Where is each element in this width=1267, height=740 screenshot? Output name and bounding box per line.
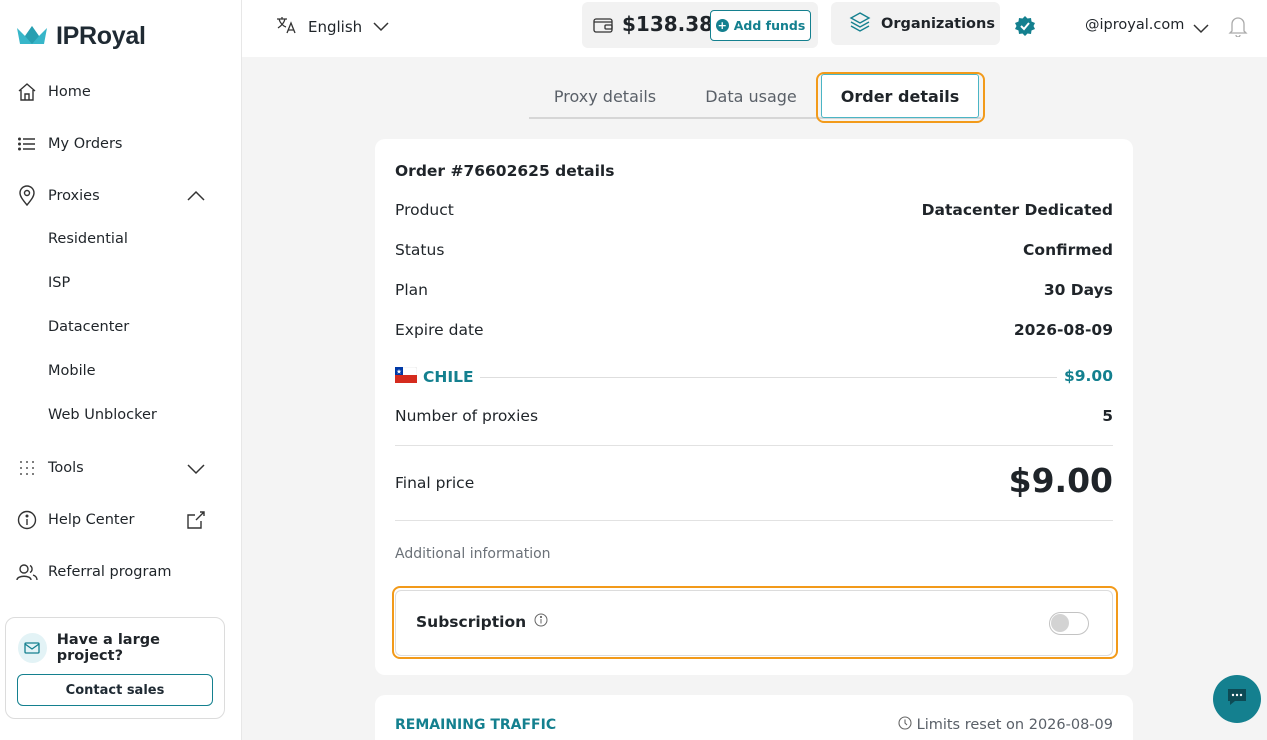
- balance-panel: $138.38 + Add funds: [582, 2, 818, 48]
- row-value: 30 Days: [1043, 281, 1113, 299]
- sidebar-subitem-mobile[interactable]: Mobile: [48, 363, 96, 379]
- large-project-promo: Have a large project? Contact sales: [5, 617, 225, 719]
- subscription-panel: Subscription: [395, 590, 1113, 656]
- logo-text: IPRoyal: [56, 22, 146, 50]
- wallet-icon: [593, 16, 613, 38]
- info-icon[interactable]: [534, 613, 548, 631]
- country-name: CHILE: [423, 368, 474, 386]
- limits-reset: Limits reset on 2026-08-09: [898, 716, 1113, 734]
- chevron-down-icon[interactable]: [1192, 19, 1210, 38]
- country-label: CHILE: [394, 366, 480, 387]
- info-icon: [16, 509, 38, 531]
- sidebar-item-label: Proxies: [48, 188, 100, 204]
- row-label: Status: [395, 241, 445, 259]
- chile-flag-icon: [394, 366, 418, 387]
- row-value: 2026-08-09: [1013, 321, 1113, 339]
- dotted-leader: [475, 377, 1057, 378]
- bell-icon[interactable]: [1228, 15, 1248, 41]
- chat-button[interactable]: [1213, 675, 1261, 723]
- row-value: 5: [1102, 407, 1113, 425]
- sidebar-item-label: Referral program: [48, 564, 172, 580]
- clock-icon: [898, 716, 912, 734]
- order-title: Order #76602625 details: [395, 162, 615, 180]
- row-value: Confirmed: [1023, 241, 1113, 259]
- sidebar-item-label: Tools: [48, 460, 84, 476]
- sidebar: IPRoyal Home My Orders Proxies Residenti…: [0, 0, 242, 740]
- limits-reset-text: Limits reset on 2026-08-09: [916, 717, 1113, 733]
- divider: [395, 445, 1113, 446]
- country-price: $9.00: [1057, 367, 1113, 385]
- layers-icon: [849, 11, 871, 37]
- order-details-card: Order #76602625 details Product Datacent…: [375, 139, 1133, 675]
- translate-icon: [276, 15, 298, 39]
- country-line-item: CHILE $9.00: [394, 366, 1113, 387]
- sidebar-subitem-isp[interactable]: ISP: [48, 275, 70, 291]
- sidebar-subitem-web-unblocker[interactable]: Web Unblocker: [48, 407, 157, 423]
- order-row-product: Product Datacenter Dedicated: [395, 201, 1113, 219]
- language-selector[interactable]: English: [276, 15, 390, 39]
- mail-icon: [18, 633, 47, 663]
- sidebar-subitem-datacenter[interactable]: Datacenter: [48, 319, 129, 335]
- crown-logo-icon: [16, 24, 48, 50]
- tab-proxy-details[interactable]: Proxy details: [529, 74, 681, 118]
- sidebar-item-home[interactable]: Home: [16, 80, 91, 104]
- verified-badge-icon[interactable]: [1014, 15, 1036, 41]
- account-email[interactable]: @iproyal.com: [1085, 17, 1184, 33]
- order-row-plan: Plan 30 Days: [395, 281, 1113, 299]
- sidebar-item-help-center[interactable]: Help Center: [16, 508, 134, 532]
- location-pin-icon: [16, 185, 38, 207]
- remaining-traffic-card: REMAINING TRAFFIC Limits reset on 2026-0…: [375, 695, 1133, 740]
- plus-icon: +: [715, 19, 729, 32]
- grid-dots-icon: [16, 457, 38, 479]
- chevron-down-icon: [372, 18, 390, 36]
- chevron-down-icon[interactable]: [186, 461, 206, 480]
- row-label: Number of proxies: [395, 407, 539, 425]
- add-funds-button[interactable]: + Add funds: [710, 10, 811, 41]
- users-icon: [16, 561, 38, 583]
- sidebar-subitem-residential[interactable]: Residential: [48, 231, 128, 247]
- toggle-knob: [1051, 614, 1069, 632]
- subscription-toggle[interactable]: [1049, 612, 1089, 635]
- list-icon: [16, 133, 38, 155]
- additional-information-heading: Additional information: [395, 546, 551, 562]
- divider: [395, 520, 1113, 521]
- tab-order-details[interactable]: Order details: [821, 74, 979, 118]
- subscription-label-group: Subscription: [416, 613, 548, 631]
- add-funds-label: Add funds: [733, 18, 806, 33]
- organizations-button[interactable]: Organizations: [831, 2, 1000, 45]
- home-icon: [16, 81, 38, 103]
- remaining-traffic-title: REMAINING TRAFFIC: [395, 717, 557, 733]
- logo[interactable]: IPRoyal: [16, 22, 146, 51]
- row-label: Expire date: [395, 321, 484, 339]
- order-row-status: Status Confirmed: [395, 241, 1113, 259]
- tab-bar: Proxy details Data usage Order details: [529, 74, 981, 119]
- language-label: English: [308, 18, 363, 36]
- row-value: Datacenter Dedicated: [921, 201, 1113, 219]
- sidebar-item-tools[interactable]: Tools: [16, 456, 84, 480]
- order-row-expire-date: Expire date 2026-08-09: [395, 321, 1113, 339]
- promo-title: Have a large project?: [56, 632, 160, 664]
- balance-amount: $138.38: [622, 12, 714, 36]
- sidebar-item-referral-program[interactable]: Referral program: [16, 560, 171, 584]
- row-label: Product: [395, 201, 454, 219]
- subscription-label: Subscription: [416, 613, 527, 631]
- contact-sales-button[interactable]: Contact sales: [17, 674, 213, 706]
- sidebar-item-label: Help Center: [48, 512, 135, 528]
- external-link-icon[interactable]: [186, 510, 206, 534]
- sidebar-item-my-orders[interactable]: My Orders: [16, 132, 122, 156]
- final-price-label: Final price: [395, 474, 475, 492]
- final-price-value: $9.00: [1008, 461, 1113, 500]
- chevron-up-icon[interactable]: [186, 188, 206, 207]
- order-row-number-of-proxies: Number of proxies 5: [395, 407, 1113, 425]
- sidebar-item-proxies[interactable]: Proxies: [16, 184, 100, 208]
- sidebar-item-label: My Orders: [48, 136, 123, 152]
- chat-icon: [1225, 686, 1249, 712]
- row-label: Plan: [395, 281, 428, 299]
- organizations-label: Organizations: [881, 15, 995, 32]
- promo-header: Have a large project?: [18, 632, 224, 664]
- sidebar-item-label: Home: [48, 84, 91, 100]
- tab-data-usage[interactable]: Data usage: [681, 74, 821, 118]
